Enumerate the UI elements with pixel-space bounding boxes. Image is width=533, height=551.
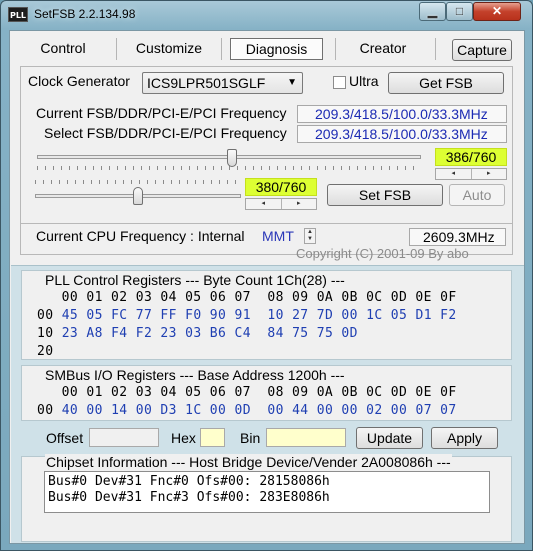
pll-registers-title: PLL Control Registers --- Byte Count 1Ch…	[45, 272, 345, 288]
chipset-line: Bus#0 Dev#31 Fnc#3 Ofs#00: 283E8086h	[48, 490, 330, 505]
minimize-button[interactable]: ▁	[419, 2, 446, 21]
clock-generator-select[interactable]: ICS9LPR501SGLF ▼	[142, 72, 303, 94]
pcie-spin-buttons[interactable]: ◂ ▸	[245, 198, 317, 210]
pll-row: 10 23 A8 F4 F2 23 03 B6 C4 84 75 75 0D	[37, 325, 358, 343]
minimize-icon: ▁	[427, 4, 438, 18]
maximize-button[interactable]: □	[446, 2, 473, 21]
smbus-row: 00 40 00 14 00 D3 1C 00 0D 00 44 00 00 0…	[37, 402, 457, 420]
tab-separator	[435, 38, 436, 60]
tab-customize[interactable]: Customize	[125, 38, 213, 60]
tab-separator	[116, 38, 117, 60]
get-fsb-button[interactable]: Get FSB	[388, 72, 504, 94]
select-frequency-label: Select FSB/DDR/PCI-E/PCI Frequency	[44, 125, 287, 141]
smbus-registers-panel: SMBus I/O Registers --- Base Address 120…	[21, 365, 512, 421]
tab-creator[interactable]: Creator	[343, 38, 423, 60]
register-bytes[interactable]: 00 44 00 00 02 00 07 07	[267, 403, 456, 418]
spin-left-icon[interactable]: ◂	[246, 199, 282, 209]
pcie-ratio-display: 380/760	[245, 178, 317, 196]
pll-row: 00 45 05 FC 77 FF F0 90 91 10 27 7D 00 1…	[37, 307, 457, 325]
spin-right-icon[interactable]: ▸	[472, 169, 507, 179]
row-address: 00	[37, 308, 54, 323]
smbus-registers-title: SMBus I/O Registers --- Base Address 120…	[45, 367, 345, 383]
tab-bar: Control Customize Diagnosis Creator Capt…	[10, 31, 524, 63]
maximize-icon: □	[455, 4, 464, 18]
cpu-frequency-value: 2609.3MHz	[409, 228, 506, 246]
clock-generator-label: Clock Generator	[28, 73, 130, 89]
pll-row: 20	[37, 343, 53, 361]
offset-label: Offset	[46, 430, 84, 446]
close-icon: ✕	[491, 4, 503, 18]
chevron-down-icon: ▼	[287, 77, 297, 88]
row-address: 10	[37, 326, 54, 341]
chipset-info-box[interactable]: Bus#0 Dev#31 Fnc#0 Ofs#00: 28158086h Bus…	[44, 471, 490, 513]
pcie-slider-thumb[interactable]	[133, 187, 143, 205]
row-address: 00	[37, 403, 54, 418]
offset-field[interactable]	[89, 428, 159, 447]
row-address: 20	[37, 344, 54, 359]
cpu-frequency-panel: Current CPU Frequency : Internal MMT ▲ ▼ …	[20, 224, 513, 261]
cpu-mode-value: MMT	[262, 228, 294, 244]
frequency-panel: Clock Generator ICS9LPR501SGLF ▼ Ultra G…	[20, 66, 513, 224]
window-title: SetFSB 2.2.134.98	[34, 7, 136, 21]
chipset-panel: Chipset Information --- Host Bridge Devi…	[21, 454, 512, 542]
title-bar[interactable]: PLL SetFSB 2.2.134.98 ▁ □ ✕	[1, 1, 532, 29]
hex-label: Hex	[171, 430, 196, 446]
fsb-spin-buttons[interactable]: ◂ ▸	[435, 168, 507, 180]
register-bytes[interactable]: 40 00 14 00 D3 1C 00 0D	[62, 403, 251, 418]
fsb-slider-ticks	[37, 166, 421, 170]
client-area: Control Customize Diagnosis Creator Capt…	[9, 30, 525, 544]
register-bytes[interactable]: 84 75 75 0D	[267, 326, 358, 341]
bin-field[interactable]	[266, 428, 346, 447]
hex-field[interactable]	[200, 428, 225, 447]
clock-generator-value: ICS9LPR501SGLF	[147, 75, 266, 91]
tab-separator	[221, 38, 222, 60]
chipset-title: Chipset Information --- Host Bridge Devi…	[45, 454, 452, 470]
pll-header-row: 00 01 02 03 04 05 06 07 08 09 0A 0B 0C 0…	[37, 290, 457, 305]
tab-control[interactable]: Control	[20, 38, 106, 60]
spin-left-icon[interactable]: ◂	[436, 169, 472, 179]
registers-area: PLL Control Registers --- Byte Count 1Ch…	[11, 265, 524, 543]
apply-button[interactable]: Apply	[431, 427, 498, 449]
spin-right-icon[interactable]: ▸	[282, 199, 317, 209]
pcie-slider-ticks	[35, 180, 241, 184]
pll-registers-panel: PLL Control Registers --- Byte Count 1Ch…	[21, 270, 512, 360]
close-button[interactable]: ✕	[473, 2, 521, 21]
cpu-mode-spinner[interactable]: ▲ ▼	[304, 228, 316, 244]
fsb-slider-thumb[interactable]	[227, 149, 238, 167]
update-button[interactable]: Update	[356, 427, 423, 449]
register-bytes[interactable]: 10 27 7D 00 1C 05 D1 F2	[267, 308, 456, 323]
tab-separator	[335, 38, 336, 60]
select-frequency-value: 209.3/418.5/100.0/33.3MHz	[297, 125, 507, 143]
register-bytes[interactable]: 23 A8 F4 F2 23 03 B6 C4	[62, 326, 251, 341]
ultra-checkbox[interactable]	[333, 76, 346, 89]
current-frequency-value: 209.3/418.5/100.0/33.3MHz	[297, 105, 507, 123]
copyright-text: Copyright (C) 2001-09 By abo	[296, 246, 469, 261]
app-window: PLL SetFSB 2.2.134.98 ▁ □ ✕ Control Cust…	[0, 0, 533, 551]
register-bytes[interactable]: 45 05 FC 77 FF F0 90 91	[62, 308, 251, 323]
current-frequency-label: Current FSB/DDR/PCI-E/PCI Frequency	[36, 105, 287, 121]
chipset-line: Bus#0 Dev#31 Fnc#0 Ofs#00: 28158086h	[48, 474, 330, 489]
ultra-label: Ultra	[349, 73, 379, 89]
smbus-header-row: 00 01 02 03 04 05 06 07 08 09 0A 0B 0C 0…	[37, 385, 457, 400]
fsb-ratio-display: 386/760	[435, 148, 507, 166]
tab-diagnosis[interactable]: Diagnosis	[230, 38, 323, 60]
cpu-frequency-label: Current CPU Frequency : Internal	[36, 228, 245, 244]
app-icon: PLL	[8, 7, 28, 22]
set-fsb-button[interactable]: Set FSB	[327, 184, 443, 206]
capture-button[interactable]: Capture	[452, 39, 512, 61]
bin-label: Bin	[240, 430, 261, 446]
auto-button[interactable]: Auto	[449, 184, 505, 206]
